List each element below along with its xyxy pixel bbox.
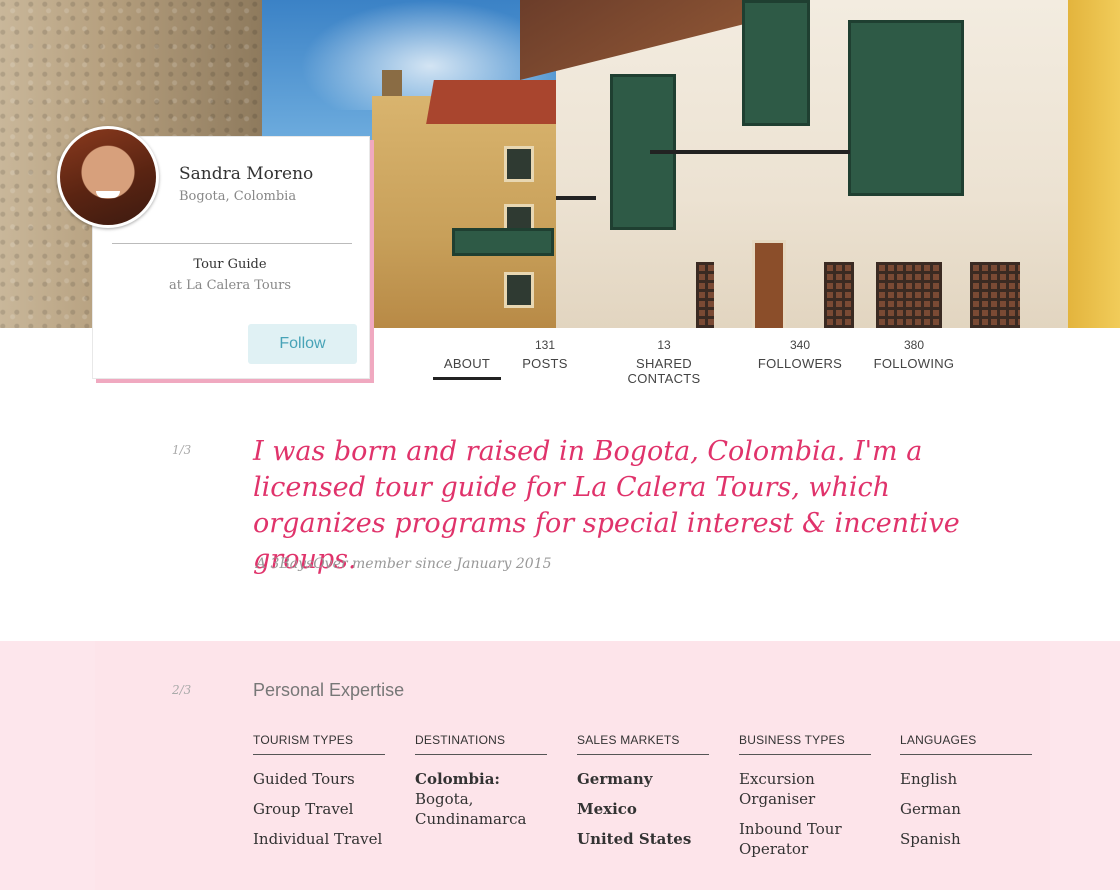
column-header: DESTINATIONS [415, 733, 547, 755]
list-item: German [900, 800, 961, 818]
list-item: Bogota, [415, 790, 474, 808]
railing [650, 150, 850, 154]
list-item: English [900, 770, 958, 788]
tab-followers[interactable]: 340 FOLLOWERS [757, 337, 843, 371]
window [504, 146, 534, 182]
list-item: Organiser [739, 790, 816, 808]
card-divider [112, 243, 352, 244]
column-header: LANGUAGES [900, 733, 1032, 755]
door [752, 240, 786, 328]
list-item: Individual Travel [253, 830, 383, 848]
list-item: Inbound Tour [739, 820, 842, 838]
tab-count: 340 [789, 338, 811, 352]
balcony [452, 228, 554, 256]
expertise-column-languages: LANGUAGES English German Spanish [900, 733, 1032, 849]
member-since: A 3BaysOver member since January 2015 [256, 556, 552, 572]
window-grille [696, 262, 714, 328]
expertise-column-destinations: DESTINATIONS Colombia: Bogota, Cundinama… [415, 733, 547, 829]
profile-company[interactable]: at La Calera Tours [92, 278, 368, 293]
tab-label: POSTS [522, 356, 568, 371]
tile-roof [426, 80, 574, 124]
avatar[interactable] [57, 126, 159, 228]
window-grille [876, 262, 942, 328]
follow-button[interactable]: Follow [248, 324, 357, 364]
tab-count: 380 [903, 338, 925, 352]
list-item: Colombia: [415, 770, 500, 788]
profile-role: Tour Guide [193, 257, 267, 272]
tab-count [433, 337, 501, 353]
profile-name[interactable]: Sandra Moreno [179, 164, 313, 184]
tab-label: FOLLOWERS [757, 356, 843, 371]
tab-count: 13 [657, 338, 671, 352]
list-item: United States [577, 830, 692, 848]
tab-label: SHARED CONTACTS [627, 356, 701, 386]
list-item: Germany [577, 770, 653, 788]
section-number: 2/3 [172, 683, 192, 697]
balcony [742, 0, 810, 126]
list-item: Operator [739, 840, 809, 858]
list-item: Cundinamarca [415, 810, 527, 828]
yellow-wall [1068, 0, 1120, 328]
section-number: 1/3 [172, 443, 192, 457]
window-grille [824, 262, 854, 328]
colonial-building [372, 96, 572, 328]
tab-shared-contacts[interactable]: 13 SHARED CONTACTS [598, 337, 730, 386]
list-item: Spanish [900, 830, 961, 848]
list-item: Mexico [577, 800, 637, 818]
expertise-title: Personal Expertise [253, 680, 405, 700]
list-item: Group Travel [253, 800, 354, 818]
expertise-column-business-types: BUSINESS TYPES Excursion Organiser Inbou… [739, 733, 871, 859]
tab-about[interactable]: ABOUT [433, 337, 501, 380]
tab-count: 131 [534, 338, 556, 352]
tab-following[interactable]: 380 FOLLOWING [870, 337, 958, 371]
profile-location: Bogota, Colombia [179, 189, 297, 204]
railing [556, 196, 596, 200]
balcony [848, 20, 964, 196]
column-header: SALES MARKETS [577, 733, 709, 755]
profile-photo [60, 129, 156, 225]
tab-label: FOLLOWING [873, 356, 955, 371]
expertise-column-sales-markets: SALES MARKETS Germany Mexico United Stat… [577, 733, 709, 849]
column-header: TOURISM TYPES [253, 733, 385, 755]
tab-label: ABOUT [443, 356, 491, 371]
expertise-column-tourism-types: TOURISM TYPES Guided Tours Group Travel … [253, 733, 385, 849]
window [504, 272, 534, 308]
column-header: BUSINESS TYPES [739, 733, 871, 755]
window-grille [970, 262, 1020, 328]
list-item: Guided Tours [253, 770, 355, 788]
list-item: Excursion [739, 770, 815, 788]
tab-posts[interactable]: 131 POSTS [515, 337, 575, 371]
